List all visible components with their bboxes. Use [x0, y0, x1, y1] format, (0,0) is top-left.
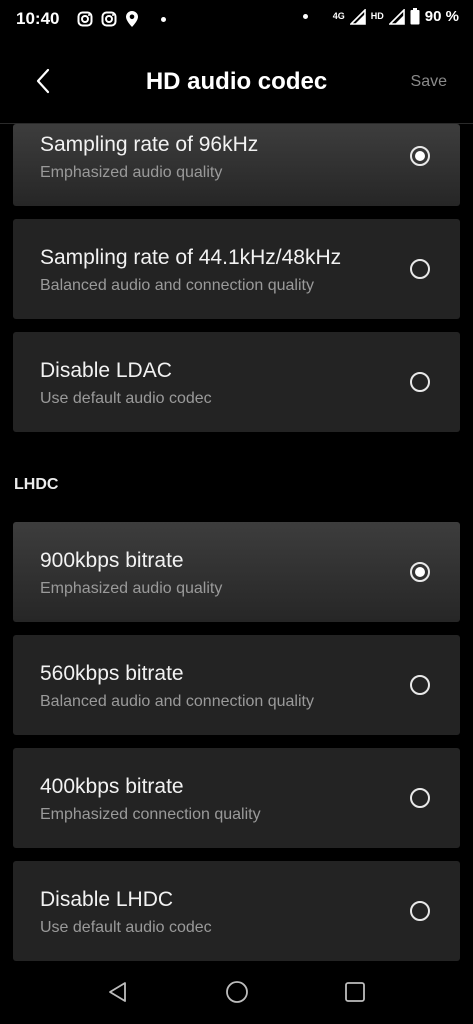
- status-bar: 10:40 4G HD 90 %: [0, 0, 473, 38]
- option-subtitle: Balanced audio and connection quality: [40, 693, 314, 710]
- radio-selected[interactable]: [410, 562, 430, 582]
- notification-dot: [302, 14, 308, 19]
- app-header: HD audio codec Save: [0, 38, 473, 124]
- radio-unselected[interactable]: [410, 259, 430, 279]
- location-icon: [126, 11, 138, 27]
- option-lhdc-900kbps[interactable]: 900kbps bitrate Emphasized audio quality: [13, 522, 460, 622]
- back-triangle-icon[interactable]: [106, 980, 130, 1004]
- instagram-icon: [77, 11, 93, 27]
- recents-square-icon[interactable]: [343, 980, 367, 1004]
- option-lhdc-560kbps[interactable]: 560kbps bitrate Balanced audio and conne…: [13, 635, 460, 735]
- page-title: HD audio codec: [145, 68, 328, 95]
- save-button[interactable]: Save: [411, 73, 447, 91]
- signal-icon: [349, 8, 366, 25]
- battery-icon: [410, 8, 420, 25]
- status-time: 10:40: [16, 9, 60, 28]
- notification-dot: [161, 16, 166, 22]
- signal-icon: [388, 8, 405, 25]
- option-ldac-disable[interactable]: Disable LDAC Use default audio codec: [13, 332, 460, 432]
- option-subtitle: Use default audio codec: [40, 919, 212, 936]
- option-ldac-44khz[interactable]: Sampling rate of 44.1kHz/48kHz Balanced …: [13, 219, 460, 319]
- option-title: Sampling rate of 44.1kHz/48kHz: [40, 246, 342, 269]
- system-nav-bar: [0, 962, 473, 1024]
- option-title: 560kbps bitrate: [40, 662, 184, 685]
- section-label-lhdc: LHDC: [14, 476, 59, 493]
- option-lhdc-400kbps[interactable]: 400kbps bitrate Emphasized connection qu…: [13, 748, 460, 848]
- radio-unselected[interactable]: [410, 372, 430, 392]
- instagram-icon: [101, 11, 117, 27]
- option-title: Disable LHDC: [40, 888, 174, 911]
- option-subtitle: Emphasized audio quality: [40, 164, 223, 181]
- option-ldac-96khz[interactable]: Sampling rate of 96kHz Emphasized audio …: [13, 124, 460, 206]
- option-lhdc-disable[interactable]: Disable LHDC Use default audio codec: [13, 861, 460, 961]
- home-circle-icon[interactable]: [225, 980, 249, 1004]
- radio-selected[interactable]: [410, 146, 430, 166]
- option-subtitle: Balanced audio and connection quality: [40, 277, 314, 294]
- option-title: Disable LDAC: [40, 359, 172, 382]
- option-title: Sampling rate of 96kHz: [40, 133, 259, 156]
- radio-unselected[interactable]: [410, 788, 430, 808]
- hd-label: HD: [370, 11, 384, 21]
- radio-unselected[interactable]: [410, 901, 430, 921]
- option-subtitle: Use default audio codec: [40, 390, 212, 407]
- battery-percent: 90 %: [424, 8, 459, 25]
- option-subtitle: Emphasized connection quality: [40, 806, 261, 823]
- option-subtitle: Emphasized audio quality: [40, 580, 223, 597]
- radio-unselected[interactable]: [410, 675, 430, 695]
- option-title: 400kbps bitrate: [40, 775, 184, 798]
- network-type: 4G: [332, 11, 345, 21]
- option-title: 900kbps bitrate: [40, 549, 184, 572]
